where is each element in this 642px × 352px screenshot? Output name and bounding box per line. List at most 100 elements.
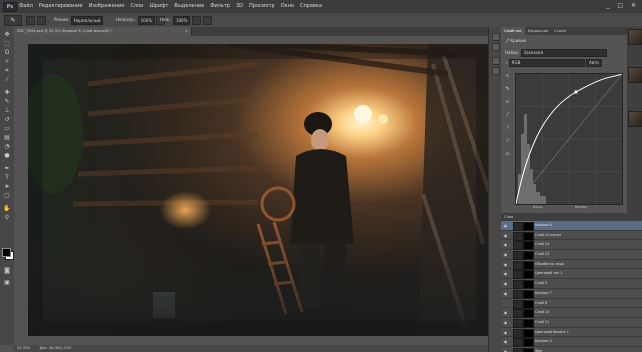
eye-icon[interactable]: ◉ xyxy=(503,242,508,247)
brush-tool-icon[interactable]: ✎ xyxy=(3,98,11,105)
quick-mask-icon[interactable]: ◙ xyxy=(3,267,11,274)
history-panel-icon[interactable] xyxy=(492,33,500,41)
gradient-tool-icon[interactable]: ▤ xyxy=(3,134,11,141)
eye-icon[interactable]: ◉ xyxy=(503,233,508,238)
menu-item[interactable]: Изображение xyxy=(88,3,124,9)
draw-curve-icon[interactable]: ✎ xyxy=(504,86,511,93)
layer-name[interactable]: Обработка лица xyxy=(535,260,564,270)
layer-name[interactable]: Фон xyxy=(535,347,542,352)
menu-item[interactable]: Файл xyxy=(19,3,33,9)
layer-row[interactable]: ◉ Слой 8 xyxy=(501,299,642,309)
layer-row[interactable]: ◉ Цветовой тон 1 xyxy=(501,269,642,280)
eyedropper-tool-icon[interactable]: ⁄ xyxy=(3,76,11,83)
layer-row[interactable]: ◉ Обработка лица xyxy=(501,260,642,270)
curves-graph[interactable] xyxy=(515,73,623,205)
canvas-area[interactable] xyxy=(14,36,488,345)
navigator-thumbnail[interactable] xyxy=(628,111,642,127)
eye-icon[interactable]: ◉ xyxy=(503,262,508,267)
clone-stamp-tool-icon[interactable]: ⊥ xyxy=(3,107,11,114)
eye-icon[interactable]: ◉ xyxy=(503,223,508,228)
properties-tab[interactable]: Свойства xyxy=(501,27,525,35)
properties-tab[interactable]: Стили xyxy=(551,27,569,35)
zoom-tool-icon[interactable]: ⚲ xyxy=(3,214,11,221)
layer-name[interactable]: Цветовой тон 1 xyxy=(535,269,563,279)
preset-select[interactable]: Заказная xyxy=(520,49,607,57)
menu-item[interactable]: Шрифт xyxy=(149,3,168,9)
zoom-level[interactable]: 33,33% xyxy=(17,346,30,350)
layer-row[interactable]: ◉ Кривые 3 xyxy=(501,337,642,348)
brush-tool-preset-icon[interactable]: ✎ xyxy=(4,15,22,26)
hand-tool-icon[interactable]: ✋ xyxy=(3,205,11,212)
navigator-thumbnail[interactable] xyxy=(628,29,642,45)
foreground-color-swatch[interactable] xyxy=(2,248,11,257)
clipping-warning-icon[interactable]: ⚠ xyxy=(504,151,511,158)
layer-name[interactable]: Кривые 8 xyxy=(535,221,552,231)
menu-item[interactable]: 3D xyxy=(236,3,243,9)
brush-preset-icon[interactable] xyxy=(26,15,35,25)
smooth-icon[interactable]: ≈ xyxy=(504,99,511,106)
pen-tool-icon[interactable]: ✒ xyxy=(3,165,11,172)
eye-icon[interactable]: ◉ xyxy=(503,291,508,296)
layer-row[interactable]: ◉ Слой 13 xyxy=(501,250,642,261)
menu-item[interactable]: Окно xyxy=(281,3,294,9)
dodge-tool-icon[interactable]: ● xyxy=(3,152,11,159)
type-tool-icon[interactable]: T xyxy=(3,174,11,181)
layer-row[interactable]: ◉ Слой 14 xyxy=(501,240,642,251)
gray-point-eyedropper-icon[interactable]: ⁄ xyxy=(504,125,511,132)
eye-icon[interactable]: ◉ xyxy=(503,271,508,276)
close-tab-icon[interactable]: × xyxy=(185,27,188,36)
actions-panel-icon[interactable] xyxy=(492,43,500,51)
layer-name[interactable]: Слой 10 xyxy=(535,308,549,318)
layer-row[interactable]: ◉ Кривые 7 xyxy=(501,289,642,299)
menu-item[interactable]: Редактирование xyxy=(39,3,83,9)
crop-tool-icon[interactable]: ⌗ xyxy=(3,67,11,74)
layer-name[interactable]: Слой 3 xyxy=(535,279,547,289)
layer-name[interactable]: Слой 13 xyxy=(535,250,549,260)
eye-icon[interactable]: ◉ xyxy=(503,330,508,335)
menu-item[interactable]: Справка xyxy=(300,3,322,9)
menu-item[interactable]: Выделение xyxy=(174,3,204,9)
layer-row[interactable]: ◉ Цветовой баланс 1 xyxy=(501,328,642,338)
layer-name[interactable]: Слой 11 xyxy=(535,318,549,328)
eye-icon[interactable]: ◉ xyxy=(503,301,508,306)
layer-row[interactable]: ◉ Слой 11 xyxy=(501,318,642,328)
layer-row[interactable]: ◉ Фон xyxy=(501,347,642,352)
eye-icon[interactable]: ◉ xyxy=(503,281,508,286)
layer-row[interactable]: ◉ Слой 10 xyxy=(501,308,642,319)
layer-name[interactable]: Цветовой баланс 1 xyxy=(535,328,569,338)
white-point-eyedropper-icon[interactable]: ⁄ xyxy=(504,138,511,145)
eye-icon[interactable]: ◉ xyxy=(503,320,508,325)
marquee-tool-icon[interactable]: ⬚ xyxy=(3,40,11,47)
flow-field[interactable]: 100% xyxy=(172,15,191,25)
layer-row[interactable]: ◉ Слой 3 xyxy=(501,279,642,290)
opacity-field[interactable]: 100% xyxy=(137,15,156,25)
lasso-tool-icon[interactable]: ʘ xyxy=(3,49,11,56)
menu-item[interactable]: Слои xyxy=(130,3,143,9)
quick-select-tool-icon[interactable]: ✧ xyxy=(3,58,11,65)
shape-tool-icon[interactable]: ▢ xyxy=(3,192,11,199)
blur-tool-icon[interactable]: ◔ xyxy=(3,143,11,150)
paragraph-panel-icon[interactable] xyxy=(492,67,500,75)
pressure-size-icon[interactable] xyxy=(202,15,212,25)
eye-icon[interactable]: ◉ xyxy=(503,252,508,257)
channel-select[interactable]: RGB xyxy=(508,59,585,67)
layer-name[interactable]: Слой 14 копия xyxy=(535,231,561,241)
character-panel-icon[interactable] xyxy=(492,57,500,65)
layer-name[interactable]: Кривые 7 xyxy=(535,289,552,299)
properties-tab[interactable]: Коррекция xyxy=(525,27,552,35)
screen-mode-icon[interactable]: ▣ xyxy=(3,279,11,286)
eye-icon[interactable]: ◉ xyxy=(503,339,508,344)
layer-row[interactable]: ◉ Кривые 8 xyxy=(501,221,642,231)
move-tool-icon[interactable]: ✥ xyxy=(3,31,11,38)
edit-points-icon[interactable]: ∿ xyxy=(504,73,511,80)
menu-item[interactable]: Фильтр xyxy=(210,3,230,9)
path-select-tool-icon[interactable]: ➤ xyxy=(3,183,11,190)
brush-panel-icon[interactable] xyxy=(37,15,47,25)
mode-select[interactable]: Нормальный xyxy=(70,15,104,25)
document-tab[interactable]: DSC_7834.psd @ 33,3% (Кривые 8, Слой-мас… xyxy=(14,27,192,36)
airbrush-icon[interactable] xyxy=(191,15,201,25)
black-point-eyedropper-icon[interactable]: ⁄ xyxy=(504,112,511,119)
layer-name[interactable]: Слой 14 xyxy=(535,240,549,250)
menu-item[interactable]: Просмотр xyxy=(249,3,275,9)
healing-brush-tool-icon[interactable]: ✚ xyxy=(3,89,11,96)
